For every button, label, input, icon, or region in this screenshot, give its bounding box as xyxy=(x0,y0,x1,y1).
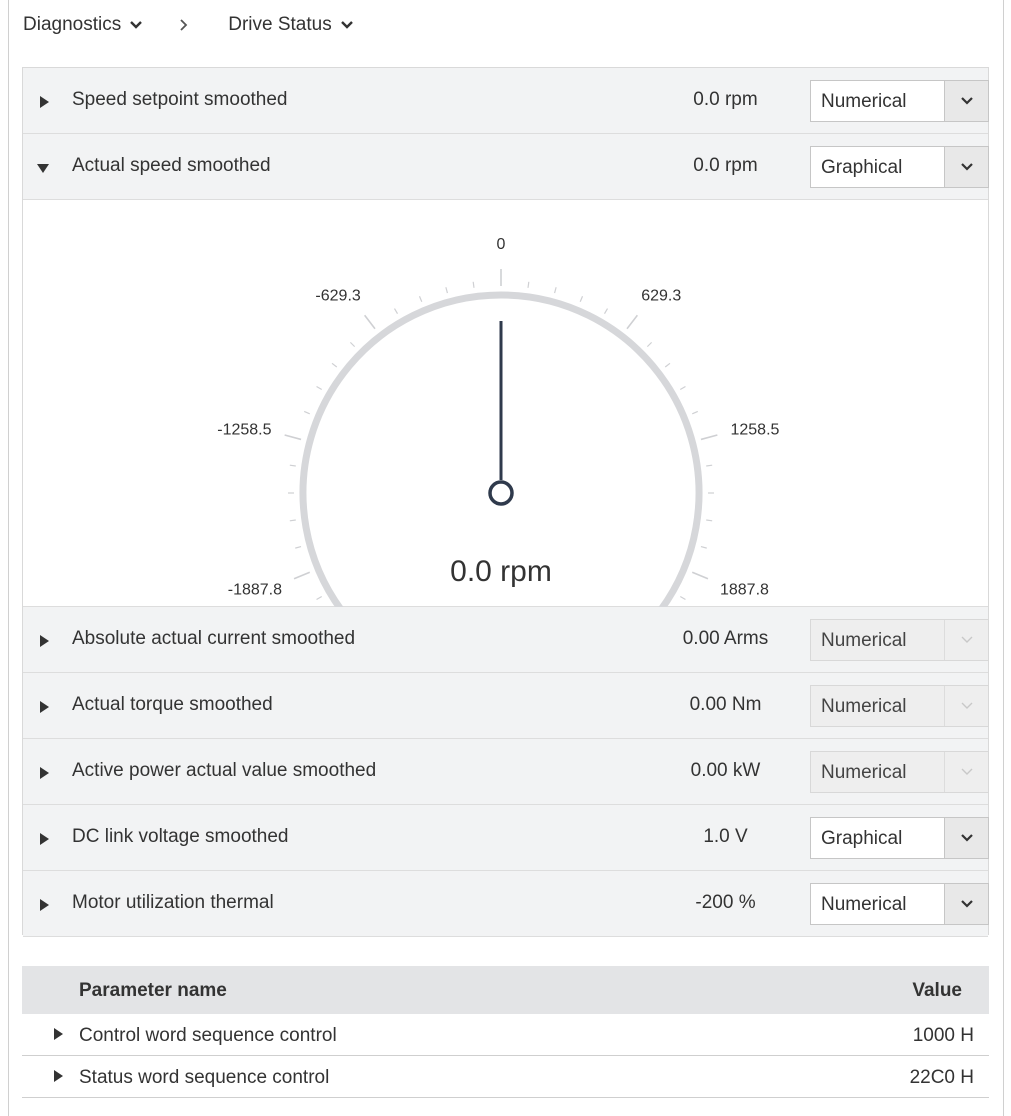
select-dropdown-button xyxy=(944,752,988,792)
gauge-minor-tick xyxy=(445,287,449,294)
row-label: Actual torque smoothed xyxy=(72,694,273,715)
gauge-minor-tick xyxy=(349,341,356,348)
gauge-minor-tick xyxy=(664,362,671,368)
gauge-minor-tick xyxy=(289,464,296,467)
row-label: Absolute actual current smoothed xyxy=(72,628,356,649)
gauge-minor-tick xyxy=(706,519,713,522)
parameter-value: 1000 H xyxy=(912,1025,974,1046)
chevron-down-icon xyxy=(960,900,973,908)
gauge-needle-hub xyxy=(488,480,514,506)
table-row[interactable]: Control word sequence control 1000 H xyxy=(22,1014,989,1056)
gauge-minor-tick xyxy=(418,295,423,302)
display-mode-select: Numerical xyxy=(810,685,989,727)
gauge-minor-tick xyxy=(679,595,686,601)
row-value: 0.00 Arms xyxy=(682,628,769,649)
parameter-table: Parameter name Value Control word sequen… xyxy=(22,966,989,1098)
display-mode-select: Numerical xyxy=(810,619,989,661)
gauge-minor-tick xyxy=(316,595,323,601)
gauge-major-tick xyxy=(700,434,718,441)
gauge-readout: 0.0 rpm xyxy=(450,555,552,588)
chevron-down-icon xyxy=(961,768,972,775)
gauge-tick-label: 1258.5 xyxy=(730,421,779,438)
caret-right-icon[interactable] xyxy=(40,701,49,713)
caret-right-icon[interactable] xyxy=(54,1070,63,1082)
chevron-down-icon xyxy=(960,834,973,842)
parameter-name: Control word sequence control xyxy=(79,1025,337,1046)
display-mode-value: Numerical xyxy=(821,762,907,783)
parameter-value: 22C0 H xyxy=(909,1067,974,1088)
column-header-value: Value xyxy=(912,980,962,1001)
display-mode-select[interactable]: Graphical xyxy=(810,817,989,859)
row-value: 1.0 V xyxy=(703,826,748,847)
row-active-power-actual-value-smoothed[interactable]: Active power actual value smoothed 0.00 … xyxy=(23,739,989,805)
row-absolute-actual-current-smoothed[interactable]: Absolute actual current smoothed 0.00 Ar… xyxy=(23,607,989,673)
gauge-major-tick xyxy=(293,571,311,580)
display-mode-value: Numerical xyxy=(821,696,907,717)
gauge-minor-tick xyxy=(393,308,399,315)
gauge-minor-tick xyxy=(303,410,310,415)
caret-right-icon[interactable] xyxy=(40,833,49,845)
select-dropdown-button[interactable] xyxy=(944,818,988,858)
gauge-minor-tick xyxy=(316,385,323,391)
gauge-major-tick xyxy=(364,314,376,330)
gauge-minor-tick xyxy=(472,281,475,288)
row-value: 0.00 Nm xyxy=(689,694,762,715)
gauge-minor-tick xyxy=(289,519,296,522)
display-mode-value: Numerical xyxy=(821,630,907,651)
select-dropdown-button xyxy=(944,686,988,726)
drive-status-panel: Speed setpoint smoothed 0.0 rpm Numerica… xyxy=(22,67,989,937)
caret-right-icon[interactable] xyxy=(40,635,49,647)
row-label: Motor utilization thermal xyxy=(72,892,274,913)
gauge-minor-tick xyxy=(679,385,686,391)
gauge-minor-tick xyxy=(527,281,530,288)
display-mode-select[interactable]: Numerical xyxy=(810,883,989,925)
row-motor-utilization-thermal[interactable]: Motor utilization thermal -200 % Numeric… xyxy=(23,871,989,937)
parameter-name: Status word sequence control xyxy=(79,1067,330,1088)
speed-gauge-area: -2517.1-1887.8-1258.5-629.30629.31258.51… xyxy=(23,200,988,720)
display-mode-select: Numerical xyxy=(810,751,989,793)
gauge-tick-label: -1887.8 xyxy=(228,582,282,599)
table-header: Parameter name Value xyxy=(22,966,989,1014)
gauge-tick-label: -629.3 xyxy=(315,288,360,305)
gauge-tick-label: 0 xyxy=(497,236,506,253)
gauge-minor-tick xyxy=(603,308,609,315)
gauge-minor-tick xyxy=(331,362,338,368)
chevron-down-icon xyxy=(961,636,972,643)
gauge-minor-tick xyxy=(553,287,557,294)
caret-right-icon[interactable] xyxy=(40,899,49,911)
gauge-minor-tick xyxy=(646,341,653,348)
row-value: 0.00 kW xyxy=(690,760,761,781)
column-header-parameter-name: Parameter name xyxy=(79,980,227,1001)
gauge-tick-label: 629.3 xyxy=(641,288,681,305)
gauge-tick-label: 1887.8 xyxy=(720,582,769,599)
table-row[interactable]: Status word sequence control 22C0 H xyxy=(22,1056,989,1098)
row-actual-torque-smoothed[interactable]: Actual torque smoothed 0.00 Nm Numerical xyxy=(23,673,989,739)
chevron-down-icon xyxy=(961,702,972,709)
gauge-minor-tick xyxy=(706,464,713,467)
gauge-major-tick xyxy=(691,571,709,580)
gauge-major-tick xyxy=(626,314,638,330)
gauge-major-tick xyxy=(284,434,302,441)
select-dropdown-button xyxy=(944,620,988,660)
select-dropdown-button[interactable] xyxy=(944,884,988,924)
row-dc-link-voltage-smoothed[interactable]: DC link voltage smoothed 1.0 V Graphical xyxy=(23,805,989,871)
gauge-minor-tick xyxy=(579,295,584,302)
display-mode-value: Numerical xyxy=(821,894,907,915)
row-value: -200 % xyxy=(695,892,756,913)
gauge-minor-tick xyxy=(692,410,699,415)
row-label: Active power actual value smoothed xyxy=(72,760,377,781)
display-mode-value: Graphical xyxy=(821,828,903,849)
gauge-minor-tick xyxy=(295,545,302,549)
row-label: DC link voltage smoothed xyxy=(72,826,289,847)
caret-right-icon[interactable] xyxy=(40,767,49,779)
gauge-minor-tick xyxy=(700,545,707,549)
gauge-tick-label: -1258.5 xyxy=(217,421,271,438)
caret-right-icon[interactable] xyxy=(54,1028,63,1040)
